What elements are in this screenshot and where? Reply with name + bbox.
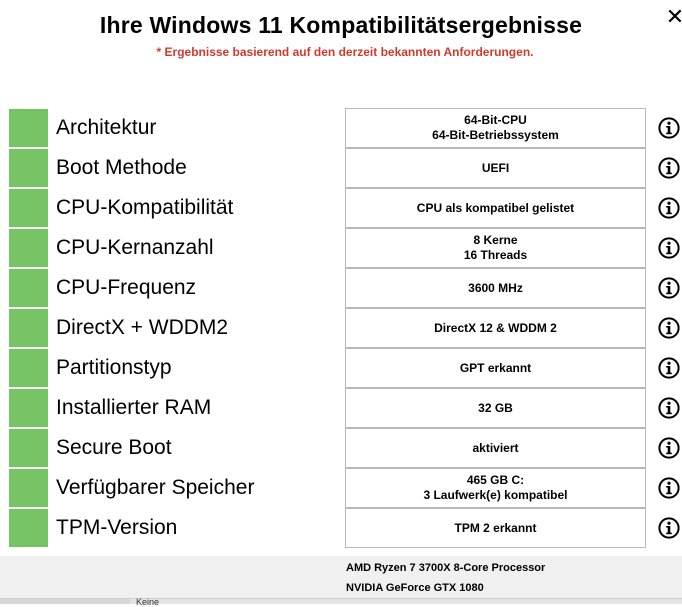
requirement-label: Verfügbarer Speicher — [56, 476, 255, 499]
cpu-name: AMD Ryzen 7 3700X 8-Core Processor — [346, 562, 546, 574]
status-indicator-pass — [9, 429, 48, 467]
requirement-value: aktiviert — [345, 428, 646, 468]
page-title: Ihre Windows 11 Kompatibilitätsergebniss… — [99, 12, 583, 38]
requirement-label: CPU-Kompatibilität — [56, 196, 234, 219]
status-indicator-pass — [9, 309, 48, 347]
status-indicator-pass — [9, 509, 48, 547]
result-row: Secure Boot aktiviert — [0, 428, 682, 468]
info-icon[interactable] — [658, 317, 680, 339]
requirement-value: UEFI — [345, 148, 646, 188]
requirement-value: TPM 2 erkannt — [345, 508, 646, 548]
requirement-value: 465 GB C: 3 Laufwerk(e) kompatibel — [345, 468, 646, 508]
result-row: Architektur 64-Bit-CPU 64-Bit-Betriebssyst… — [0, 108, 682, 148]
requirement-label: Installierter RAM — [56, 396, 212, 419]
value-line: 16 Threads — [463, 248, 528, 262]
requirements-note: * Ergebnisse basierend auf den derzeit b… — [156, 45, 534, 59]
status-indicator-pass — [9, 109, 48, 147]
info-icon[interactable] — [658, 437, 680, 459]
status-indicator-pass — [9, 469, 48, 507]
info-icon[interactable] — [658, 237, 680, 259]
result-row: DirectX + WDDM2 DirectX 12 & WDDM 2 — [0, 308, 682, 348]
value-line: 8 Kerne — [473, 233, 518, 247]
status-indicator-pass — [9, 349, 48, 387]
info-icon[interactable] — [658, 517, 680, 539]
requirement-label: DirectX + WDDM2 — [56, 316, 229, 339]
info-icon[interactable] — [658, 157, 680, 179]
result-row: CPU-Kernanzahl 8 Kerne 16 Threads — [0, 228, 682, 268]
requirement-value: 3600 MHz — [345, 268, 646, 308]
value-line: TPM 2 erkannt — [454, 520, 537, 535]
requirement-value: 32 GB — [345, 388, 646, 428]
requirement-label: Boot Methode — [56, 156, 187, 179]
gpu-name: NVIDIA GeForce GTX 1080 — [346, 582, 484, 594]
requirement-value: CPU als kompatibel gelistet — [345, 188, 646, 228]
value-line: 32 GB — [478, 400, 513, 415]
requirement-value: 8 Kerne 16 Threads — [345, 228, 646, 268]
result-row: Boot Methode UEFI — [0, 148, 682, 188]
value-line: 3600 MHz — [468, 280, 523, 295]
value-line: 64-Bit-Betriebssystem — [432, 128, 559, 142]
value-line: UEFI — [481, 160, 510, 175]
value-line: GPT erkannt — [459, 360, 532, 375]
requirement-label: Partitionstyp — [56, 356, 172, 379]
requirement-value: GPT erkannt — [345, 348, 646, 388]
info-icon[interactable] — [658, 197, 680, 219]
status-strip-segment — [0, 599, 130, 604]
bottom-status-strip: Keine — [0, 597, 682, 607]
requirement-label: Architektur — [56, 116, 157, 139]
result-row: Installierter RAM 32 GB — [0, 388, 682, 428]
status-indicator-pass — [9, 269, 48, 307]
info-icon[interactable] — [658, 357, 680, 379]
status-indicator-pass — [9, 189, 48, 227]
requirement-value: DirectX 12 & WDDM 2 — [345, 308, 646, 348]
value-line: DirectX 12 & WDDM 2 — [434, 320, 557, 335]
result-row: Partitionstyp GPT erkannt — [0, 348, 682, 388]
info-icon[interactable] — [658, 477, 680, 499]
status-indicator-pass — [9, 149, 48, 187]
value-line: 465 GB C: — [466, 473, 525, 487]
result-row: CPU-Kompatibilität CPU als kompatibel gel… — [0, 188, 682, 228]
results-list: Architektur 64-Bit-CPU 64-Bit-Betriebssyst… — [0, 108, 682, 548]
value-line: aktiviert — [472, 440, 519, 455]
status-strip-text: Keine — [136, 597, 160, 607]
requirement-label: CPU-Kernanzahl — [56, 236, 214, 259]
result-row: CPU-Frequenz 3600 MHz — [0, 268, 682, 308]
info-icon[interactable] — [658, 277, 680, 299]
requirement-value: 64-Bit-CPU 64-Bit-Betriebssystem — [345, 108, 646, 148]
requirement-label: CPU-Frequenz — [56, 276, 197, 299]
result-row: Verfügbarer Speicher 465 GB C: 3 Laufwerk(… — [0, 468, 682, 508]
info-icon[interactable] — [658, 117, 680, 139]
value-line: 64-Bit-CPU — [464, 113, 527, 127]
status-indicator-pass — [9, 229, 48, 267]
info-icon[interactable] — [658, 397, 680, 419]
close-icon[interactable]: ✕ — [664, 6, 682, 28]
system-info-footer: AMD Ryzen 7 3700X 8-Core Processor NVIDI… — [0, 556, 682, 603]
value-line: CPU als kompatibel gelistet — [416, 200, 575, 215]
status-indicator-pass — [9, 389, 48, 427]
result-row: TPM-Version TPM 2 erkannt — [0, 508, 682, 548]
requirement-label: Secure Boot — [56, 436, 172, 459]
requirement-label: TPM-Version — [56, 516, 178, 539]
value-line: 3 Laufwerk(e) kompatibel — [423, 488, 568, 502]
